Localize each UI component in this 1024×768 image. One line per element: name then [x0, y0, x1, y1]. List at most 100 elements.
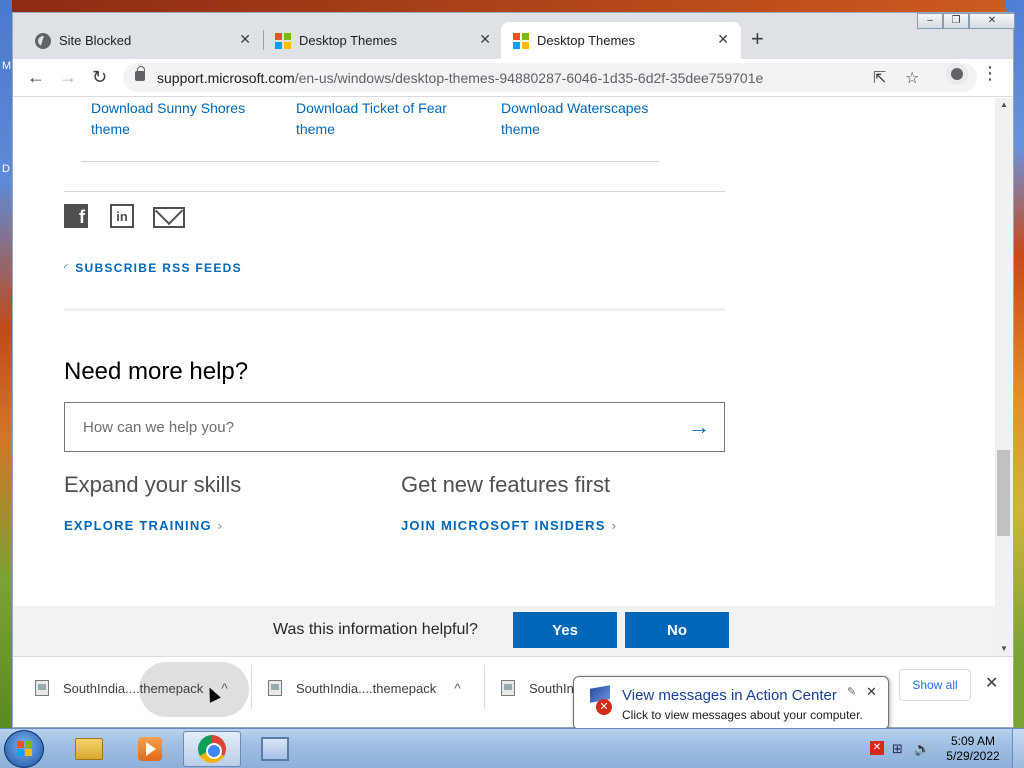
- globe-icon: [35, 32, 51, 49]
- linkedin-icon[interactable]: in: [110, 204, 134, 228]
- taskbar-media-player[interactable]: [121, 731, 179, 767]
- tab-strip: Site Blocked ✕ Desktop Themes ✕ Desktop …: [13, 13, 1015, 59]
- feedback-no-button[interactable]: No: [625, 612, 729, 648]
- media-player-icon: [138, 737, 162, 761]
- join-insiders-label: JOIN MICROSOFT INSIDERS: [401, 518, 606, 533]
- browser-menu-button[interactable]: ⋮: [981, 63, 999, 84]
- action-center-tray-icon[interactable]: ✕: [870, 741, 884, 755]
- back-button[interactable]: ←: [27, 68, 45, 86]
- scroll-down-arrow-icon[interactable]: ▼: [1000, 644, 1008, 653]
- start-button[interactable]: [4, 730, 44, 768]
- minimize-button[interactable]: ‒: [917, 13, 943, 29]
- balloon-text: Click to view messages about your comput…: [622, 708, 863, 722]
- feedback-bar: Was this information helpful? Yes No: [13, 606, 995, 656]
- balloon-close-icon[interactable]: ✕: [866, 684, 877, 700]
- chevron-right-icon: ›: [217, 518, 224, 533]
- file-icon: [35, 680, 49, 696]
- facebook-icon[interactable]: f: [64, 204, 88, 228]
- tab-title: Desktop Themes: [299, 33, 398, 48]
- need-more-help-heading: Need more help?: [64, 358, 249, 385]
- chevron-up-icon[interactable]: ^: [221, 680, 228, 696]
- desktop-icon-label[interactable]: D: [2, 163, 10, 175]
- show-desktop-button[interactable]: [1012, 729, 1024, 768]
- tab-desktop-themes[interactable]: Desktop Themes ✕: [263, 22, 503, 59]
- download-ticket-of-fear-link[interactable]: Download Ticket of Fear theme: [296, 98, 476, 140]
- theme-download-links: Download Sunny Shores theme Download Tic…: [91, 98, 681, 140]
- download-sunny-shores-link[interactable]: Download Sunny Shores theme: [91, 98, 271, 140]
- restore-button[interactable]: ❐: [943, 13, 969, 29]
- feedback-question: Was this information helpful?: [273, 621, 478, 638]
- control-panel-icon: [261, 737, 289, 761]
- download-item[interactable]: SouthIndia....themepack ^: [268, 659, 461, 717]
- volume-icon[interactable]: 🔊: [914, 741, 930, 757]
- network-icon[interactable]: ⊞: [892, 741, 903, 757]
- browser-window: Site Blocked ✕ Desktop Themes ✕ Desktop …: [12, 12, 1015, 728]
- tab-title: Site Blocked: [59, 33, 132, 48]
- explore-training-link[interactable]: EXPLORE TRAINING ›: [64, 518, 223, 533]
- tab-desktop-themes-active[interactable]: Desktop Themes ✕: [501, 22, 741, 59]
- desktop-icon-label[interactable]: M: [2, 60, 11, 72]
- join-insiders-link[interactable]: JOIN MICROSOFT INSIDERS ›: [401, 518, 617, 533]
- divider: [251, 665, 252, 709]
- balloon-title[interactable]: View messages in Action Center: [622, 687, 837, 704]
- feedback-yes-button[interactable]: Yes: [513, 612, 617, 648]
- divider: [484, 665, 485, 709]
- close-window-button[interactable]: ✕: [969, 13, 1015, 29]
- address-bar[interactable]: support.microsoft.com/en-us/windows/desk…: [123, 63, 977, 92]
- rss-icon: ◜: [64, 262, 70, 274]
- show-all-downloads-button[interactable]: Show all: [899, 669, 971, 701]
- reload-button[interactable]: ↻: [92, 68, 107, 86]
- new-tab-button[interactable]: +: [751, 26, 764, 52]
- download-waterscapes-link[interactable]: Download Waterscapes theme: [501, 98, 681, 140]
- url-host: support.microsoft.com: [157, 69, 295, 86]
- share-icon[interactable]: ⇱: [873, 68, 886, 88]
- divider: [81, 161, 659, 162]
- help-search-box: →: [64, 402, 725, 452]
- profile-avatar-button[interactable]: [946, 63, 968, 85]
- download-item[interactable]: SouthIndia....themepack ^: [35, 659, 228, 717]
- file-icon: [501, 680, 515, 696]
- forward-button[interactable]: →: [59, 68, 77, 86]
- action-center-balloon[interactable]: ✕ View messages in Action Center Click t…: [573, 676, 889, 730]
- search-submit-arrow-icon[interactable]: →: [688, 414, 710, 440]
- lock-icon[interactable]: [135, 66, 145, 81]
- download-filename: SouthIndia....themepack: [63, 680, 204, 696]
- person-icon: [951, 68, 963, 80]
- taskbar-control-panel[interactable]: [246, 731, 304, 767]
- window-controls: ‒ ❐ ✕: [917, 13, 1015, 29]
- chevron-right-icon: ›: [611, 518, 618, 533]
- expand-skills-heading: Expand your skills: [64, 472, 242, 497]
- scrollbar-thumb[interactable]: [997, 450, 1010, 536]
- desktop-wallpaper-left: M D: [0, 0, 12, 728]
- tab-close-icon[interactable]: ✕: [717, 31, 729, 48]
- download-filename: SouthIndia....themepack: [296, 680, 437, 696]
- subscribe-rss-link[interactable]: ◜ SUBSCRIBE RSS FEEDS: [64, 261, 242, 275]
- options-icon[interactable]: ✎: [847, 685, 856, 698]
- browser-toolbar: ← → ↻ support.microsoft.com/en-us/window…: [13, 59, 1013, 97]
- email-icon[interactable]: [153, 207, 185, 228]
- microsoft-logo-icon: [275, 32, 291, 49]
- tab-close-icon[interactable]: ✕: [239, 31, 251, 48]
- page-scrollbar[interactable]: ▲ ▼: [995, 98, 1013, 656]
- clock-date: 5/29/2022: [946, 749, 1000, 763]
- page-content: Download Sunny Shores theme Download Tic…: [13, 98, 995, 656]
- scroll-up-arrow-icon[interactable]: ▲: [1000, 100, 1008, 109]
- tab-site-blocked[interactable]: Site Blocked ✕: [23, 22, 263, 59]
- bookmark-star-icon[interactable]: ☆: [905, 68, 919, 88]
- help-search-input[interactable]: [65, 403, 724, 451]
- tab-close-icon[interactable]: ✕: [479, 31, 491, 48]
- folder-icon: [75, 738, 103, 760]
- taskbar-chrome[interactable]: [183, 731, 241, 767]
- system-clock[interactable]: 5:09 AM 5/29/2022: [944, 734, 1002, 764]
- download-filename: SouthIn: [529, 680, 574, 696]
- new-features-heading: Get new features first: [401, 472, 611, 497]
- divider: [64, 191, 725, 192]
- clock-time: 5:09 AM: [950, 734, 996, 748]
- download-item[interactable]: SouthIn: [501, 659, 574, 717]
- url-path: /en-us/windows/desktop-themes-94880287-6…: [294, 69, 764, 86]
- taskbar-file-explorer[interactable]: [60, 731, 118, 767]
- chevron-up-icon[interactable]: ^: [454, 680, 461, 696]
- close-shelf-icon[interactable]: ✕: [985, 673, 998, 693]
- action-center-flag-icon: ✕: [586, 685, 612, 715]
- microsoft-logo-icon: [513, 32, 529, 49]
